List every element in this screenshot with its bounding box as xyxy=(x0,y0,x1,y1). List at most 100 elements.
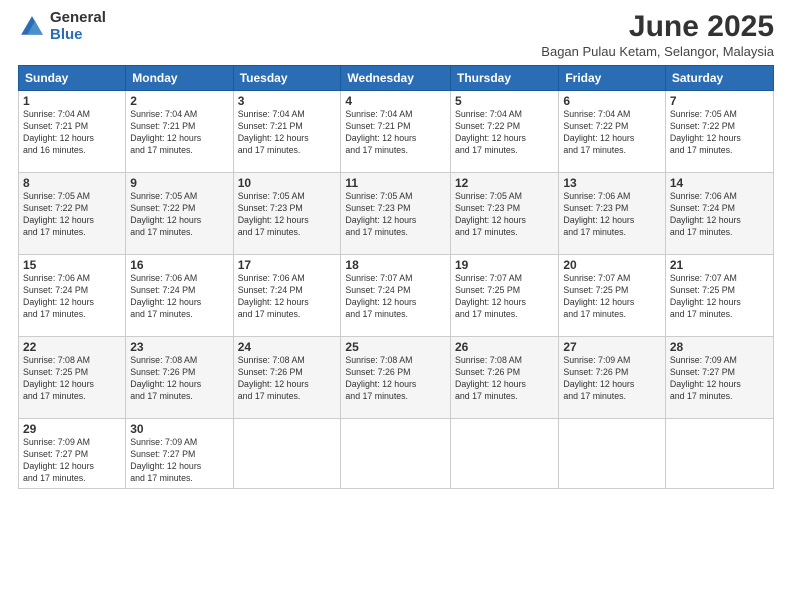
day-number: 6 xyxy=(563,94,661,108)
day-number: 11 xyxy=(345,176,446,190)
day-info: Sunrise: 7:09 AMSunset: 7:27 PMDaylight:… xyxy=(130,437,228,485)
calendar-row: 22 Sunrise: 7:08 AMSunset: 7:25 PMDaylig… xyxy=(19,337,774,419)
day-info: Sunrise: 7:05 AMSunset: 7:22 PMDaylight:… xyxy=(670,109,769,157)
day-cell: 20 Sunrise: 7:07 AMSunset: 7:25 PMDaylig… xyxy=(559,255,666,337)
day-cell: 21 Sunrise: 7:07 AMSunset: 7:25 PMDaylig… xyxy=(665,255,773,337)
day-info: Sunrise: 7:06 AMSunset: 7:24 PMDaylight:… xyxy=(670,191,769,239)
day-info: Sunrise: 7:05 AMSunset: 7:23 PMDaylight:… xyxy=(238,191,337,239)
day-info: Sunrise: 7:07 AMSunset: 7:24 PMDaylight:… xyxy=(345,273,446,321)
day-info: Sunrise: 7:06 AMSunset: 7:23 PMDaylight:… xyxy=(563,191,661,239)
day-number: 23 xyxy=(130,340,228,354)
col-wednesday: Wednesday xyxy=(341,66,451,91)
month-title: June 2025 xyxy=(541,10,774,44)
col-saturday: Saturday xyxy=(665,66,773,91)
day-number: 3 xyxy=(238,94,337,108)
day-number: 18 xyxy=(345,258,446,272)
day-number: 12 xyxy=(455,176,554,190)
day-info: Sunrise: 7:04 AMSunset: 7:21 PMDaylight:… xyxy=(345,109,446,157)
empty-cell xyxy=(559,419,666,489)
day-number: 10 xyxy=(238,176,337,190)
day-number: 4 xyxy=(345,94,446,108)
day-info: Sunrise: 7:06 AMSunset: 7:24 PMDaylight:… xyxy=(238,273,337,321)
day-number: 17 xyxy=(238,258,337,272)
day-cell: 27 Sunrise: 7:09 AMSunset: 7:26 PMDaylig… xyxy=(559,337,666,419)
day-cell: 10 Sunrise: 7:05 AMSunset: 7:23 PMDaylig… xyxy=(233,173,341,255)
day-cell: 15 Sunrise: 7:06 AMSunset: 7:24 PMDaylig… xyxy=(19,255,126,337)
day-number: 30 xyxy=(130,422,228,436)
day-number: 20 xyxy=(563,258,661,272)
day-info: Sunrise: 7:04 AMSunset: 7:21 PMDaylight:… xyxy=(130,109,228,157)
day-number: 25 xyxy=(345,340,446,354)
logo-icon xyxy=(18,13,46,41)
day-info: Sunrise: 7:06 AMSunset: 7:24 PMDaylight:… xyxy=(130,273,228,321)
day-info: Sunrise: 7:06 AMSunset: 7:24 PMDaylight:… xyxy=(23,273,121,321)
calendar: Sunday Monday Tuesday Wednesday Thursday… xyxy=(18,65,774,489)
day-info: Sunrise: 7:07 AMSunset: 7:25 PMDaylight:… xyxy=(670,273,769,321)
logo-general: General xyxy=(50,10,106,27)
page: General Blue June 2025 Bagan Pulau Ketam… xyxy=(0,0,792,612)
day-number: 19 xyxy=(455,258,554,272)
day-info: Sunrise: 7:08 AMSunset: 7:26 PMDaylight:… xyxy=(238,355,337,403)
day-info: Sunrise: 7:05 AMSunset: 7:23 PMDaylight:… xyxy=(345,191,446,239)
location: Bagan Pulau Ketam, Selangor, Malaysia xyxy=(541,44,774,59)
day-cell: 14 Sunrise: 7:06 AMSunset: 7:24 PMDaylig… xyxy=(665,173,773,255)
logo-blue: Blue xyxy=(50,27,106,44)
day-number: 2 xyxy=(130,94,228,108)
day-cell: 8 Sunrise: 7:05 AMSunset: 7:22 PMDayligh… xyxy=(19,173,126,255)
day-number: 7 xyxy=(670,94,769,108)
day-info: Sunrise: 7:08 AMSunset: 7:26 PMDaylight:… xyxy=(130,355,228,403)
day-number: 15 xyxy=(23,258,121,272)
col-tuesday: Tuesday xyxy=(233,66,341,91)
day-info: Sunrise: 7:04 AMSunset: 7:21 PMDaylight:… xyxy=(238,109,337,157)
day-cell: 22 Sunrise: 7:08 AMSunset: 7:25 PMDaylig… xyxy=(19,337,126,419)
day-number: 21 xyxy=(670,258,769,272)
day-info: Sunrise: 7:09 AMSunset: 7:26 PMDaylight:… xyxy=(563,355,661,403)
calendar-row: 8 Sunrise: 7:05 AMSunset: 7:22 PMDayligh… xyxy=(19,173,774,255)
day-info: Sunrise: 7:04 AMSunset: 7:22 PMDaylight:… xyxy=(455,109,554,157)
day-cell: 5 Sunrise: 7:04 AMSunset: 7:22 PMDayligh… xyxy=(451,91,559,173)
day-info: Sunrise: 7:05 AMSunset: 7:22 PMDaylight:… xyxy=(23,191,121,239)
day-number: 13 xyxy=(563,176,661,190)
day-info: Sunrise: 7:04 AMSunset: 7:22 PMDaylight:… xyxy=(563,109,661,157)
day-number: 1 xyxy=(23,94,121,108)
col-sunday: Sunday xyxy=(19,66,126,91)
day-cell: 30 Sunrise: 7:09 AMSunset: 7:27 PMDaylig… xyxy=(126,419,233,489)
day-number: 27 xyxy=(563,340,661,354)
day-number: 16 xyxy=(130,258,228,272)
title-block: June 2025 Bagan Pulau Ketam, Selangor, M… xyxy=(541,10,774,59)
day-cell: 28 Sunrise: 7:09 AMSunset: 7:27 PMDaylig… xyxy=(665,337,773,419)
empty-cell xyxy=(451,419,559,489)
day-cell: 12 Sunrise: 7:05 AMSunset: 7:23 PMDaylig… xyxy=(451,173,559,255)
day-info: Sunrise: 7:07 AMSunset: 7:25 PMDaylight:… xyxy=(455,273,554,321)
day-cell: 6 Sunrise: 7:04 AMSunset: 7:22 PMDayligh… xyxy=(559,91,666,173)
day-cell: 11 Sunrise: 7:05 AMSunset: 7:23 PMDaylig… xyxy=(341,173,451,255)
day-number: 28 xyxy=(670,340,769,354)
day-info: Sunrise: 7:08 AMSunset: 7:26 PMDaylight:… xyxy=(345,355,446,403)
day-cell: 2 Sunrise: 7:04 AMSunset: 7:21 PMDayligh… xyxy=(126,91,233,173)
day-info: Sunrise: 7:05 AMSunset: 7:23 PMDaylight:… xyxy=(455,191,554,239)
logo-text: General Blue xyxy=(50,10,106,43)
empty-cell xyxy=(341,419,451,489)
day-cell: 13 Sunrise: 7:06 AMSunset: 7:23 PMDaylig… xyxy=(559,173,666,255)
col-monday: Monday xyxy=(126,66,233,91)
day-number: 5 xyxy=(455,94,554,108)
day-cell: 17 Sunrise: 7:06 AMSunset: 7:24 PMDaylig… xyxy=(233,255,341,337)
col-friday: Friday xyxy=(559,66,666,91)
day-cell: 18 Sunrise: 7:07 AMSunset: 7:24 PMDaylig… xyxy=(341,255,451,337)
day-number: 14 xyxy=(670,176,769,190)
logo: General Blue xyxy=(18,10,106,43)
day-cell: 24 Sunrise: 7:08 AMSunset: 7:26 PMDaylig… xyxy=(233,337,341,419)
day-cell: 9 Sunrise: 7:05 AMSunset: 7:22 PMDayligh… xyxy=(126,173,233,255)
calendar-row: 15 Sunrise: 7:06 AMSunset: 7:24 PMDaylig… xyxy=(19,255,774,337)
day-info: Sunrise: 7:08 AMSunset: 7:25 PMDaylight:… xyxy=(23,355,121,403)
header-row: Sunday Monday Tuesday Wednesday Thursday… xyxy=(19,66,774,91)
day-number: 24 xyxy=(238,340,337,354)
day-cell: 3 Sunrise: 7:04 AMSunset: 7:21 PMDayligh… xyxy=(233,91,341,173)
calendar-row: 29 Sunrise: 7:09 AMSunset: 7:27 PMDaylig… xyxy=(19,419,774,489)
day-info: Sunrise: 7:07 AMSunset: 7:25 PMDaylight:… xyxy=(563,273,661,321)
day-cell: 1 Sunrise: 7:04 AMSunset: 7:21 PMDayligh… xyxy=(19,91,126,173)
day-number: 29 xyxy=(23,422,121,436)
day-info: Sunrise: 7:09 AMSunset: 7:27 PMDaylight:… xyxy=(23,437,121,485)
day-number: 22 xyxy=(23,340,121,354)
calendar-row: 1 Sunrise: 7:04 AMSunset: 7:21 PMDayligh… xyxy=(19,91,774,173)
